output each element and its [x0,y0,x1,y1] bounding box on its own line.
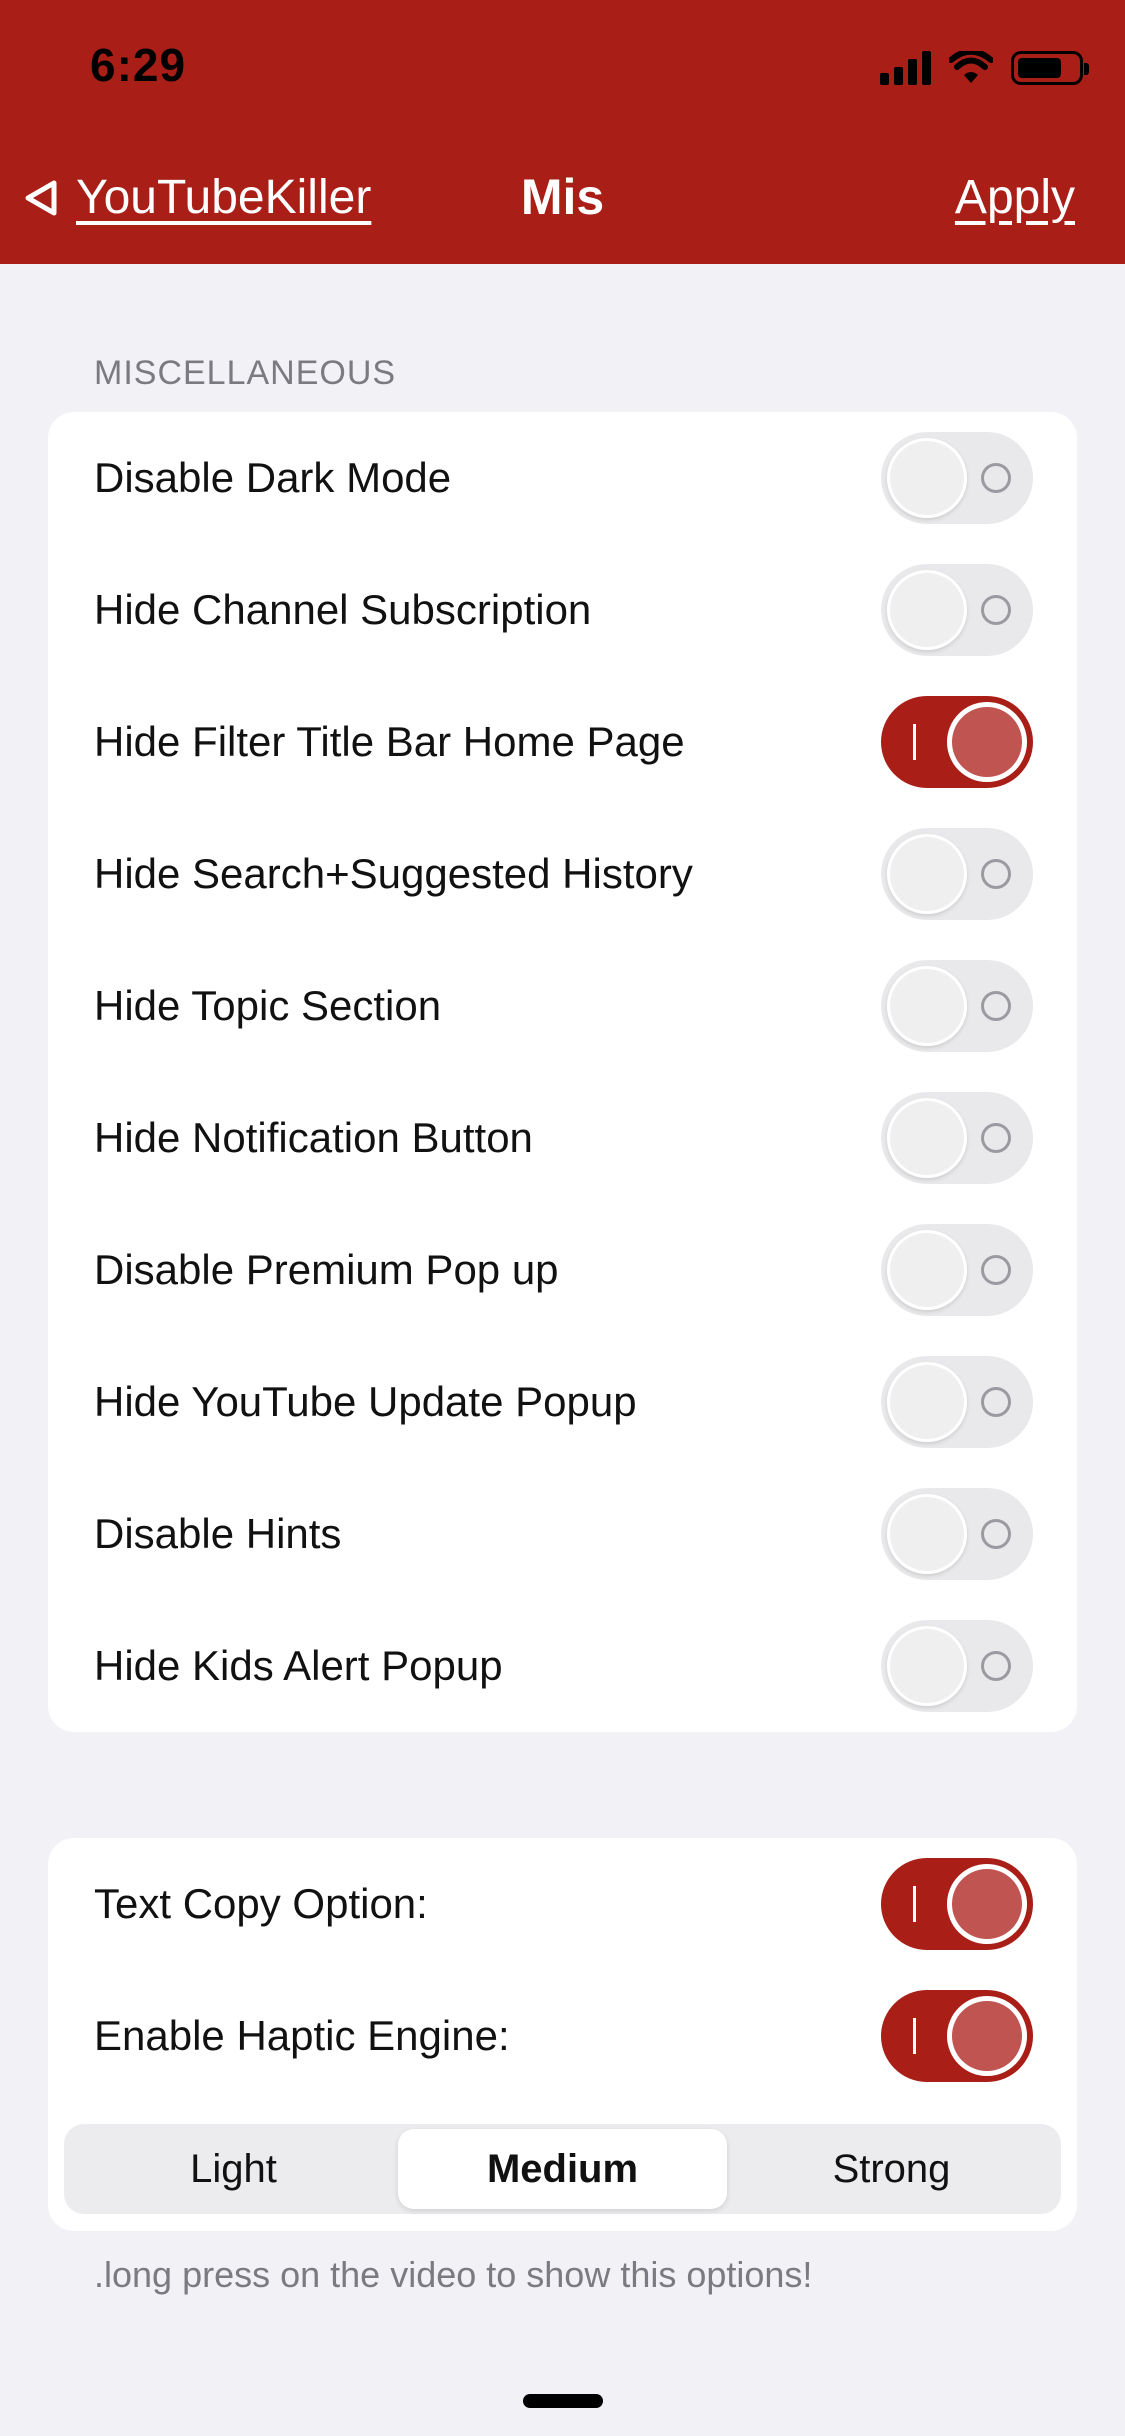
setting-row: Hide Notification Button [48,1072,1077,1204]
setting-row: Hide YouTube Update Popup [48,1336,1077,1468]
section-header: MISCELLANEOUS [94,354,397,392]
toggle-switch[interactable] [881,828,1033,920]
setting-label: Disable Hints [94,1510,342,1557]
setting-label: Hide Notification Button [94,1114,533,1161]
setting-label: Hide Topic Section [94,982,442,1029]
setting-row: Hide Channel Subscription [48,544,1077,676]
toggle-switch[interactable] [881,432,1033,524]
setting-label: Hide Filter Title Bar Home Page [94,718,685,765]
toggle-switch[interactable] [881,960,1033,1052]
status-icons [880,48,1089,88]
setting-row: Disable Premium Pop up [48,1204,1077,1336]
setting-row: Disable Hints [48,1468,1077,1600]
wifi-icon [949,51,993,83]
setting-row: Hide Search+Suggested History [48,808,1077,940]
haptic-strength-segmented-control: Light Medium Strong [64,2124,1061,2214]
toggle-switch[interactable] [881,1356,1033,1448]
setting-label: Hide Search+Suggested History [94,850,693,897]
settings-card-miscellaneous: Disable Dark Mode Hide Channel Subscript… [48,412,1077,1732]
cellular-signal-icon [880,51,931,85]
status-time: 6:29 [90,39,187,91]
setting-label: Disable Dark Mode [94,454,452,501]
setting-label: Hide Channel Subscription [94,586,592,633]
toggle-switch[interactable] [881,1488,1033,1580]
settings-card-options: Text Copy Option: Enable Haptic Engine: … [48,1838,1077,2231]
setting-label: Disable Premium Pop up [94,1246,559,1293]
haptic-row: Enable Haptic Engine: [48,1970,1077,2102]
haptic-toggle[interactable] [881,1990,1033,2082]
toggle-switch[interactable] [881,1224,1033,1316]
segment-medium[interactable]: Medium [398,2129,727,2209]
toggle-switch[interactable] [881,1092,1033,1184]
setting-row: Hide Filter Title Bar Home Page [48,676,1077,808]
apply-button[interactable]: Apply [955,170,1075,225]
navigation-bar: 6:29 YouTubeKiller Mis Apply [0,0,1125,264]
setting-row: Disable Dark Mode [48,412,1077,544]
text-copy-row: Text Copy Option: [48,1838,1077,1970]
footer-note: .long press on the video to show this op… [94,2254,813,2295]
segment-light[interactable]: Light [69,2129,398,2209]
setting-label: Hide Kids Alert Popup [94,1642,503,1689]
segment-strong[interactable]: Strong [727,2129,1056,2209]
setting-label: Hide YouTube Update Popup [94,1378,637,1425]
home-indicator [523,2394,603,2408]
haptic-label: Enable Haptic Engine: [94,2012,510,2059]
setting-row: Hide Topic Section [48,940,1077,1072]
setting-row: Hide Kids Alert Popup [48,1600,1077,1732]
text-copy-label: Text Copy Option: [94,1880,428,1927]
text-copy-toggle[interactable] [881,1858,1033,1950]
battery-icon [1011,51,1089,85]
toggle-switch[interactable] [881,564,1033,656]
toggle-switch[interactable] [881,696,1033,788]
toggle-switch[interactable] [881,1620,1033,1712]
